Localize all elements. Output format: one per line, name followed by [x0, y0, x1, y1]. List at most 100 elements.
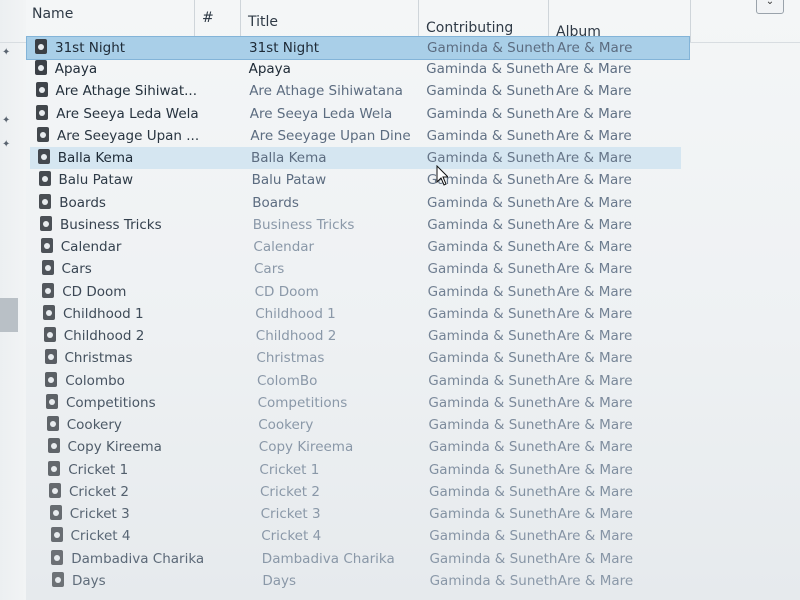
file-name-cell: Are Athage Sihiwat... [55, 83, 197, 100]
artist-cell: Gaminda & Suneth [426, 150, 555, 167]
album-cell: Are & Mare [556, 239, 633, 256]
table-row[interactable]: Competitions Competitions Gaminda & Suneth… [38, 392, 688, 414]
pin-icon[interactable]: ✦ [2, 48, 12, 58]
table-row[interactable]: Are Seeyage Upan ... Are Seeyage Upan Din… [29, 125, 688, 147]
file-name-cell: Cricket 3 [69, 506, 130, 523]
table-row[interactable]: Balu Pataw Balu Pataw Gaminda & Suneth Are … [31, 169, 689, 191]
table-row[interactable]: Balla Kema Balla Kema Gaminda & Suneth Are … [29, 147, 681, 170]
title-cell: Copy Kireema [258, 439, 354, 456]
file-name-cell: Colombo [65, 372, 125, 389]
table-row[interactable]: Cricket 3 Cricket 3 Gaminda & Suneth Are & … [42, 503, 688, 525]
pin-icon[interactable]: ✦ [2, 116, 12, 126]
table-row[interactable]: Are Athage Sihiwat... Are Athage Sihiwata… [28, 80, 689, 102]
file-name-cell: Cookery [66, 417, 122, 434]
title-cell: Are Seeya Leda Wela [249, 105, 393, 122]
file-name-cell: 31st Night [55, 40, 126, 56]
music-file-icon [51, 549, 64, 565]
column-header-label: # [202, 10, 214, 26]
album-cell: Are & Mare [556, 283, 633, 300]
column-header-label: Name [32, 6, 74, 22]
file-name-cell: Cricket 1 [68, 461, 129, 478]
artist-cell: Gaminda & Suneth [426, 83, 555, 100]
file-name-cell: Cars [61, 261, 92, 278]
album-cell: Are & Mare [557, 528, 634, 545]
music-file-icon [46, 416, 59, 432]
title-cell: Balla Kema [251, 150, 327, 167]
artist-cell: Gaminda & Suneth [427, 328, 556, 345]
title-cell: Are Seeyage Upan Dine [250, 127, 411, 144]
artist-cell: Gaminda & Suneth [428, 439, 557, 456]
artist-cell: Gaminda & Suneth [428, 350, 557, 367]
album-cell: Are & Mare [557, 439, 633, 456]
album-cell: Are & Mare [556, 61, 632, 78]
title-cell: 31st Night [249, 40, 320, 56]
file-name-cell: Apaya [54, 61, 98, 78]
file-name-cell: CD Doom [62, 283, 127, 300]
pin-icon[interactable]: ✦ [2, 140, 12, 150]
title-cell: Apaya [248, 61, 291, 78]
music-file-icon [34, 60, 47, 76]
file-name-cell: Are Seeyage Upan ... [57, 127, 200, 144]
table-row[interactable]: Calendar Calendar Gaminda & Suneth Are & Ma… [33, 236, 688, 258]
artist-cell: Gaminda & Suneth [427, 239, 556, 256]
table-row[interactable]: Boards Boards Gaminda & Suneth Are & Mare [31, 192, 688, 214]
table-row[interactable]: Cars Cars Gaminda & Suneth Are & Mare [34, 258, 689, 280]
sort-ascending-icon: ^ [32, 0, 43, 8]
music-file-icon [40, 238, 53, 254]
title-cell: Balu Pataw [251, 172, 327, 189]
artist-cell: Gaminda & Suneth [426, 127, 555, 144]
table-row[interactable]: Childhood 2 Childhood 2 Gaminda & Suneth Ar… [36, 325, 688, 347]
title-cell: Cricket 3 [260, 506, 321, 523]
album-cell: Are & Mare [557, 550, 634, 567]
album-cell: Are & Mare [557, 483, 633, 500]
music-file-icon [39, 193, 52, 209]
title-cell: Childhood 2 [255, 328, 337, 345]
music-file-icon [49, 505, 62, 521]
album-cell: Are & Mare [557, 394, 633, 411]
title-cell: Competitions [257, 394, 348, 411]
table-row[interactable]: Business Tricks Business Tricks Gaminda & … [32, 214, 688, 236]
mouse-cursor-icon [436, 165, 448, 186]
table-row[interactable]: Cricket 2 Cricket 2 Gaminda & Suneth Are & … [41, 481, 688, 503]
table-row[interactable]: 31st Night 31st Night Gaminda & Suneth Are … [26, 36, 690, 60]
music-file-icon [43, 327, 56, 343]
album-cell: Are & Mare [556, 83, 632, 100]
file-name-cell: Balu Pataw [58, 172, 134, 189]
album-cell: Are & Mare [557, 40, 633, 56]
album-cell: Are & Mare [557, 506, 633, 523]
table-row[interactable]: Cookery Cookery Gaminda & Suneth Are & Mare [39, 414, 688, 436]
table-row[interactable]: Childhood 1 Childhood 1 Gaminda & Suneth Ar… [35, 303, 688, 325]
table-row[interactable]: Dambadiva Charika Dambadiva Charika Gamind… [43, 548, 688, 570]
navigation-pane-edge: ✦ ✦ ✦ [0, 0, 26, 600]
table-row[interactable]: Days Days Gaminda & Suneth Are & Mare [44, 570, 688, 592]
title-cell: Cricket 4 [261, 528, 322, 545]
music-file-icon [35, 39, 47, 54]
file-name-cell: Childhood 2 [63, 328, 145, 345]
title-cell: Calendar [253, 239, 315, 256]
album-cell: Are & Mare [557, 372, 633, 389]
artist-cell: Gaminda & Suneth [427, 216, 556, 233]
music-file-icon [37, 126, 49, 142]
chevron-down-icon[interactable]: ⌄ [756, 0, 784, 14]
table-row[interactable]: Cricket 4 Cricket 4 Gaminda & Suneth Are & … [43, 525, 689, 547]
music-file-icon [43, 304, 55, 320]
music-file-icon [38, 171, 51, 187]
file-name-cell: Cricket 4 [70, 528, 131, 545]
album-cell: Are & Mare [556, 216, 632, 233]
album-cell: Are & Mare [557, 572, 634, 589]
table-row[interactable]: Copy Kireema Copy Kireema Gaminda & Suneth… [40, 436, 689, 458]
music-file-icon [41, 260, 54, 276]
table-row[interactable]: CD Doom CD Doom Gaminda & Suneth Are & Mare [34, 281, 688, 303]
table-row[interactable]: Cricket 1 Cricket 1 Gaminda & Suneth Are & … [40, 459, 688, 481]
table-row[interactable]: Colombo ColomBo Gaminda & Suneth Are & Mare [37, 370, 688, 392]
file-name-cell: Dambadiva Charika [71, 550, 205, 567]
album-cell: Are & Mare [557, 417, 633, 434]
artist-cell: Gaminda & Suneth [428, 372, 557, 389]
table-row[interactable]: Apaya Apaya Gaminda & Suneth Are & Mare [27, 58, 688, 80]
table-row[interactable]: Christmas Christmas Gaminda & Suneth Are & … [37, 347, 689, 369]
table-row[interactable]: Are Seeya Leda Wela Are Seeya Leda Wela Ga… [28, 103, 688, 125]
album-cell: Are & Mare [557, 350, 633, 367]
artist-cell: Gaminda & Suneth [428, 417, 557, 434]
music-file-icon [52, 571, 64, 587]
music-file-icon [36, 104, 49, 120]
